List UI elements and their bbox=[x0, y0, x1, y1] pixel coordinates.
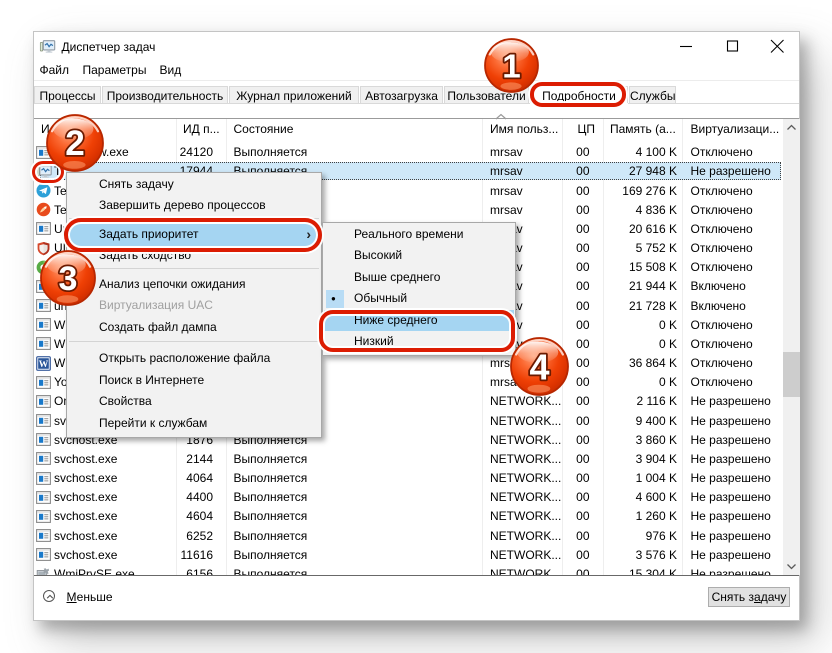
svg-text:4: 4 bbox=[529, 346, 549, 387]
svg-text:1: 1 bbox=[502, 48, 520, 85]
svg-text:W: W bbox=[39, 359, 49, 369]
svg-text:2: 2 bbox=[65, 124, 85, 163]
svg-text:3: 3 bbox=[59, 260, 78, 298]
